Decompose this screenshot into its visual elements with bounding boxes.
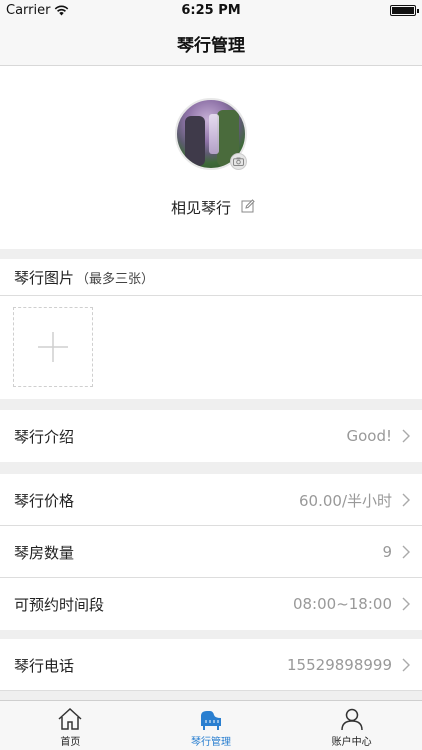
row-room-count[interactable]: 琴房数量 9: [0, 526, 422, 578]
row-booking-time[interactable]: 可预约时间段 08:00~18:00: [0, 578, 422, 630]
row-intro[interactable]: 琴行介绍 Good!: [0, 410, 422, 462]
person-icon: [340, 708, 363, 731]
tab-account[interactable]: 账户中心: [281, 701, 422, 750]
images-limit-note: （最多三张）: [76, 271, 155, 287]
battery-icon: [390, 5, 419, 16]
row-label: 琴行介绍: [14, 427, 75, 446]
tab-home[interactable]: 首页: [0, 701, 141, 750]
tab-label: 首页: [60, 737, 81, 748]
images-header: 琴行图片 （最多三张）: [0, 259, 422, 296]
row-label: 可预约时间段: [14, 595, 105, 614]
row-phone[interactable]: 琴行电话 15529898999: [0, 639, 422, 691]
divider: [0, 690, 422, 691]
plus-icon: [38, 332, 68, 362]
clock: 6:25 PM: [181, 3, 241, 18]
tab-bar: 首页 琴行管理 账户中心: [0, 700, 422, 750]
row-value: 9: [382, 543, 392, 561]
row-value: 08:00~18:00: [292, 595, 392, 613]
camera-icon[interactable]: [230, 153, 247, 170]
chevron-right-icon: [402, 429, 410, 443]
add-image-button[interactable]: [13, 307, 93, 387]
row-label: 琴行价格: [14, 491, 75, 510]
profile-section: 相见琴行: [0, 66, 422, 249]
tab-label: 琴行管理: [191, 737, 231, 748]
row-label: 琴房数量: [14, 543, 75, 562]
tab-piano-management[interactable]: 琴行管理: [141, 701, 282, 750]
row-value: Good!: [346, 427, 392, 445]
chevron-right-icon: [402, 597, 410, 611]
navigation-bar: 琴行管理: [0, 22, 422, 66]
images-title: 琴行图片: [14, 268, 75, 287]
row-price[interactable]: 琴行价格 60.00/半小时: [0, 474, 422, 526]
chevron-right-icon: [402, 658, 410, 672]
images-section: 琴行图片 （最多三张）: [0, 259, 422, 399]
status-bar: Carrier 6:25 PM: [0, 0, 422, 22]
home-icon: [58, 707, 82, 730]
tab-label: 账户中心: [331, 737, 372, 748]
page-title: 琴行管理: [177, 36, 245, 56]
piano-icon: [201, 711, 221, 730]
chevron-right-icon: [402, 493, 410, 507]
shop-name: 相见琴行: [171, 199, 232, 217]
row-value: 15529898999: [287, 656, 392, 674]
edit-icon[interactable]: [241, 199, 255, 213]
row-label: 琴行电话: [14, 656, 75, 675]
row-value: 60.00/半小时: [299, 491, 392, 510]
chevron-right-icon: [402, 545, 410, 559]
